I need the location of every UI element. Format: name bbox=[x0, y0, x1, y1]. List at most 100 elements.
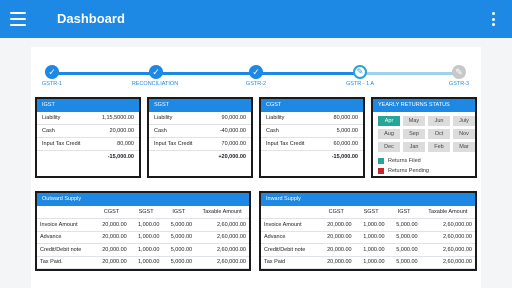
month-jun[interactable]: Jun bbox=[428, 116, 450, 126]
row-label: Input Tax Credit bbox=[266, 141, 305, 147]
step-reconciliation-check-icon[interactable]: ✓ bbox=[149, 65, 163, 79]
table-row[interactable]: Tax Paid. 20,000.00 1,000.00 5,000.00 2,60,0… bbox=[37, 256, 249, 269]
row-value: 1,15,5000.00 bbox=[101, 115, 134, 121]
row-label: Invoice Amount bbox=[261, 218, 318, 232]
month-apr[interactable]: Apr bbox=[378, 116, 400, 126]
month-sep[interactable]: Sep bbox=[403, 129, 425, 139]
stepper-track-pending bbox=[355, 72, 459, 75]
cgst-cell: 20,000.00 bbox=[317, 243, 355, 257]
step-label-gstr1a: GSTR - 1 A bbox=[345, 81, 375, 87]
sgst-cell: 1,000.00 bbox=[354, 231, 388, 244]
legend-pending: Returns Pending bbox=[373, 166, 475, 176]
outward-supply-card: Outward Supply CGST SGST IGST Taxable Am… bbox=[35, 191, 251, 271]
outward-supply-table: CGST SGST IGST Taxable Amount Invoice Am… bbox=[37, 206, 249, 269]
cgst-cell: 20,000.00 bbox=[93, 218, 130, 232]
table-row[interactable]: Tax Paid 20,000.00 1,000.00 5,000.00 2,60,00… bbox=[261, 256, 475, 269]
table-row[interactable]: Credit/Debit note 20,000.00 1,000.00 5,000.… bbox=[37, 243, 249, 257]
table-row[interactable]: Advance 20,000.00 1,000.00 5,000.00 2,60,000… bbox=[37, 231, 249, 244]
row-label: Input Tax Credit bbox=[154, 141, 193, 147]
step-gstr1a-edit-icon[interactable]: ✎ bbox=[353, 65, 367, 79]
row-value: 5,000.00 bbox=[336, 128, 358, 134]
month-feb[interactable]: Feb bbox=[428, 142, 450, 152]
legend-filed-label: Returns Filed bbox=[388, 158, 421, 164]
more-vert-icon[interactable] bbox=[492, 12, 496, 26]
month-mar[interactable]: Mar bbox=[453, 142, 475, 152]
month-jan[interactable]: Jan bbox=[403, 142, 425, 152]
row-label: Cash bbox=[154, 128, 167, 134]
total-value: +20,000.00 bbox=[218, 154, 246, 160]
igst-cell: 5,000.00 bbox=[162, 218, 196, 232]
month-nov[interactable]: Nov bbox=[453, 129, 475, 139]
cgst-cell: 20,000.00 bbox=[93, 243, 130, 257]
sgst-cell: 1,000.00 bbox=[129, 256, 163, 269]
row-label: Tax Paid. bbox=[37, 256, 94, 269]
igst-cell: 5,000.00 bbox=[387, 231, 421, 244]
month-aug[interactable]: Aug bbox=[378, 129, 400, 139]
cgst-total: -15,000.00 bbox=[261, 151, 363, 164]
row-label: Credit/Debit note bbox=[37, 243, 94, 257]
step-gstr3-edit-icon[interactable]: ✎ bbox=[452, 65, 466, 79]
taxable-cell: 2,60,000.00 bbox=[195, 256, 249, 269]
column-header: Taxable Amount bbox=[195, 206, 249, 219]
row-label: Liability bbox=[266, 115, 285, 121]
step-gstr1-check-icon[interactable]: ✓ bbox=[45, 65, 59, 79]
column-header: CGST bbox=[317, 206, 355, 219]
cgst-cell: 20,000.00 bbox=[317, 218, 355, 232]
sgst-cell: 1,000.00 bbox=[129, 231, 163, 244]
column-header: CGST bbox=[93, 206, 130, 219]
step-label-gstr1: GSTR-1 bbox=[41, 81, 63, 87]
igst-card[interactable]: IGST Liability 1,15,5000.00 Cash 20,000.00… bbox=[35, 97, 141, 178]
hamburger-menu-icon[interactable] bbox=[10, 12, 26, 26]
igst-cell: 5,000.00 bbox=[387, 243, 421, 257]
column-header bbox=[37, 206, 94, 219]
sgst-row: Cash -40,000.00 bbox=[149, 125, 251, 138]
table-row[interactable]: Credit/Debit note 20,000.00 1,000.00 5,000.… bbox=[261, 243, 475, 257]
inward-supply-title: Inward Supply bbox=[261, 193, 475, 206]
inward-supply-card: Inward Supply CGST SGST IGST Taxable Amo… bbox=[259, 191, 477, 271]
cgst-row: Liability 80,000.00 bbox=[261, 112, 363, 125]
step-label-gstr3: GSTR-3 bbox=[448, 81, 470, 87]
cgst-cell: 20,000.00 bbox=[317, 256, 355, 269]
month-oct[interactable]: Oct bbox=[428, 129, 450, 139]
return-stepper: ✓ ✓ ✓ ✎ ✎ GSTR-1 RECONCILIATION GSTR-2 G… bbox=[31, 60, 481, 92]
igst-cell: 5,000.00 bbox=[387, 256, 421, 269]
month-july[interactable]: July bbox=[453, 116, 475, 126]
sgst-total: +20,000.00 bbox=[149, 151, 251, 164]
taxable-cell: 2,60,000.00 bbox=[420, 243, 475, 257]
row-label: Advance bbox=[261, 231, 318, 244]
legend-filed: Returns Filed bbox=[373, 156, 475, 166]
sgst-row: Liability 90,000.00 bbox=[149, 112, 251, 125]
month-may[interactable]: May bbox=[403, 116, 425, 126]
column-header: SGST bbox=[129, 206, 163, 219]
table-row[interactable]: Invoice Amount 20,000.00 1,000.00 5,000.00 2… bbox=[37, 218, 249, 232]
row-label: Invoice Amount bbox=[37, 218, 94, 232]
table-row[interactable]: Advance 20,000.00 1,000.00 5,000.00 2,60,000… bbox=[261, 231, 475, 244]
total-value: -15,000.00 bbox=[331, 154, 358, 160]
row-label: Cash bbox=[266, 128, 279, 134]
inward-supply-table: CGST SGST IGST Taxable Amount Invoice Am… bbox=[261, 206, 475, 269]
month-dec[interactable]: Dec bbox=[378, 142, 400, 152]
column-header: Taxable Amount bbox=[420, 206, 475, 219]
sgst-card[interactable]: SGST Liability 90,000.00 Cash -40,000.00 I… bbox=[147, 97, 253, 178]
cgst-cell: 20,000.00 bbox=[93, 256, 130, 269]
row-label: Input Tax Credit bbox=[42, 141, 81, 147]
pending-swatch bbox=[378, 168, 384, 174]
taxable-cell: 2,60,000.00 bbox=[195, 243, 249, 257]
row-label: Credit/Debit note bbox=[261, 243, 318, 257]
table-row[interactable]: Invoice Amount 20,000.00 1,000.00 5,000.00 2… bbox=[261, 218, 475, 232]
outward-supply-title: Outward Supply bbox=[37, 193, 249, 206]
column-header: IGST bbox=[387, 206, 421, 219]
app-bar: Dashboard bbox=[0, 0, 512, 38]
filed-swatch bbox=[378, 158, 384, 164]
row-value: 80,000.00 bbox=[333, 115, 358, 121]
row-value: 90,000.00 bbox=[221, 115, 246, 121]
cgst-card[interactable]: CGST Liability 80,000.00 Cash 5,000.00 Inp… bbox=[259, 97, 365, 178]
taxable-cell: 2,60,000.00 bbox=[195, 218, 249, 232]
igst-total: -15,000.00 bbox=[37, 151, 139, 164]
sgst-cell: 1,000.00 bbox=[354, 243, 388, 257]
page-title: Dashboard bbox=[57, 11, 125, 26]
taxable-cell: 2,60,000.00 bbox=[420, 256, 475, 269]
step-gstr2-check-icon[interactable]: ✓ bbox=[249, 65, 263, 79]
yearly-returns-card: YEARLY RETURNS STATUS Apr May Jun July A… bbox=[371, 97, 477, 178]
step-label-reconciliation: RECONCILIATION bbox=[131, 81, 179, 87]
